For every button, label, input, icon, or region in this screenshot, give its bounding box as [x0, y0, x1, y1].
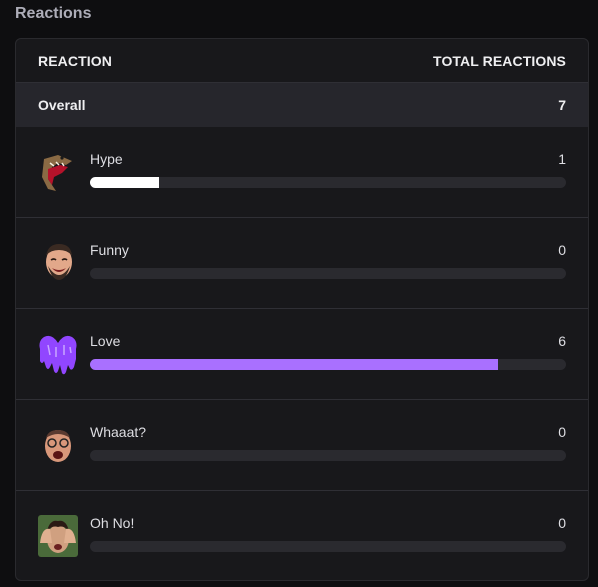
overall-total: 7	[558, 97, 566, 113]
reaction-progress-track	[90, 177, 566, 188]
reaction-progress-fill	[90, 177, 160, 188]
reaction-label: Hype	[90, 151, 123, 167]
reaction-progress-track	[90, 359, 566, 370]
reaction-label: Love	[90, 333, 121, 349]
section-title: Reactions	[15, 5, 92, 22]
column-header-total: TOTAL REACTIONS	[433, 52, 566, 69]
column-header-reaction: REACTION	[38, 52, 112, 69]
reaction-count: 0	[558, 242, 566, 258]
shocked-man-emote-icon	[38, 422, 78, 468]
reaction-progress-track	[90, 541, 566, 552]
reaction-row-hype: Hype 1	[16, 127, 588, 218]
reaction-count: 6	[558, 333, 566, 349]
reaction-label: Funny	[90, 242, 129, 258]
reaction-progress-track	[90, 268, 566, 279]
overall-row: Overall 7	[16, 83, 588, 127]
reaction-row-oh-no: Oh No! 0	[16, 491, 588, 580]
laughing-man-emote-icon	[38, 240, 78, 286]
reaction-row-love: Love 6	[16, 309, 588, 400]
reactions-card: REACTION TOTAL REACTIONS Overall 7 Hype …	[15, 38, 589, 581]
reaction-row-whaaat: Whaaat? 0	[16, 400, 588, 491]
reaction-count: 0	[558, 515, 566, 531]
reaction-label: Whaaat?	[90, 424, 147, 440]
reaction-progress-track	[90, 450, 566, 461]
overall-label: Overall	[38, 97, 86, 113]
reaction-label: Oh No!	[90, 515, 135, 531]
table-header: REACTION TOTAL REACTIONS	[16, 39, 588, 83]
reaction-progress-fill	[90, 359, 499, 370]
reaction-count: 1	[558, 151, 566, 167]
reaction-count: 0	[558, 424, 566, 440]
purple-dripping-heart-icon	[38, 331, 78, 377]
dinosaur-emote-icon	[38, 149, 78, 195]
facepalm-emote-icon	[38, 513, 78, 559]
reaction-row-funny: Funny 0	[16, 218, 588, 309]
